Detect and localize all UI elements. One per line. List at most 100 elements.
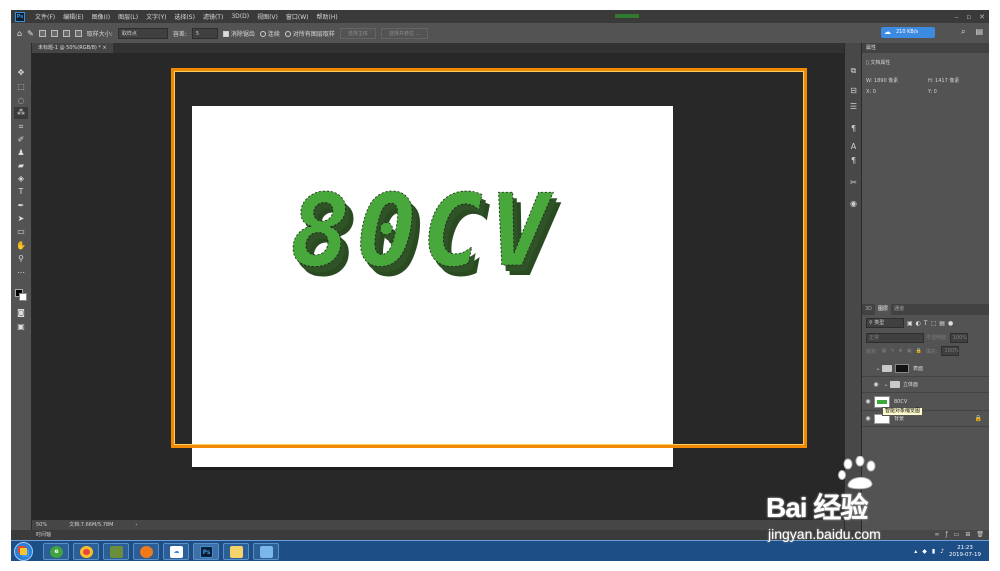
- filter-toggle-icon[interactable]: ●: [948, 320, 953, 327]
- menu-filter[interactable]: 滤镜(T): [199, 12, 227, 21]
- magic-wand-tool-icon[interactable]: ✎: [27, 29, 34, 38]
- zoom-level[interactable]: 50%: [36, 520, 47, 530]
- menu-window[interactable]: 窗口(W): [282, 12, 313, 21]
- menu-edit[interactable]: 编辑(E): [59, 12, 87, 21]
- chevron-down-icon[interactable]: ⌄: [874, 365, 882, 372]
- add-to-selection-icon[interactable]: [50, 29, 58, 37]
- clock[interactable]: 21:23 2019-07-19: [949, 545, 981, 559]
- properties-panel-header[interactable]: 属性: [862, 43, 989, 53]
- taskbar-explorer-icon[interactable]: e: [43, 543, 69, 560]
- home-icon[interactable]: ⌂: [17, 29, 22, 38]
- minimize-button[interactable]: –: [955, 13, 959, 21]
- lock-paint-icon[interactable]: ✎: [890, 348, 894, 354]
- tab-channels[interactable]: 通道: [891, 304, 907, 315]
- layer-kind-filter[interactable]: ⚲ 类型: [866, 318, 904, 328]
- magic-wand-tool-icon[interactable]: ⁂: [14, 107, 28, 119]
- new-layer-icon[interactable]: ⊞: [965, 530, 970, 540]
- libraries-icon[interactable]: ◉: [848, 198, 859, 209]
- taskbar-file-manager-icon[interactable]: [223, 543, 249, 560]
- adjustments-icon[interactable]: ☰: [848, 101, 859, 112]
- eraser-tool-icon[interactable]: ▰: [14, 160, 28, 172]
- width-value[interactable]: 1890 像素: [874, 78, 898, 84]
- type-tool-icon[interactable]: T: [14, 186, 28, 198]
- contiguous-option[interactable]: 连续: [259, 29, 280, 38]
- contiguous-checkbox[interactable]: [259, 31, 266, 37]
- zoom-tool-icon[interactable]: ⚲: [14, 253, 28, 265]
- new-selection-icon[interactable]: [38, 29, 46, 37]
- taskbar-minecraft-icon[interactable]: [103, 543, 129, 560]
- search-icon[interactable]: ⌕: [961, 27, 965, 37]
- fill-input[interactable]: 100%: [941, 346, 960, 356]
- opacity-input[interactable]: 100%: [949, 332, 968, 343]
- menu-file[interactable]: 文件(F): [31, 12, 59, 21]
- rectangle-tool-icon[interactable]: ▭: [14, 226, 28, 238]
- menu-view[interactable]: 视图(V): [253, 12, 282, 21]
- y-value[interactable]: 0: [934, 89, 937, 95]
- sample-all-option[interactable]: 对所有图层取样: [284, 29, 335, 38]
- eye-icon[interactable]: ◉: [862, 398, 874, 405]
- screen-mode-icon[interactable]: ▣: [14, 321, 28, 333]
- layer-name[interactable]: 背景: [894, 415, 904, 422]
- new-group-icon[interactable]: ▭: [954, 530, 960, 540]
- tab-3d[interactable]: 3D: [862, 304, 875, 315]
- trash-icon[interactable]: 🗑: [976, 530, 984, 540]
- menu-3d[interactable]: 3D(D): [227, 13, 253, 20]
- character-icon[interactable]: A: [848, 141, 859, 152]
- lock-pixels-icon[interactable]: ▦: [882, 348, 887, 354]
- tool-presets-icon[interactable]: ✂: [848, 177, 859, 188]
- tolerance-input[interactable]: 5: [191, 27, 218, 39]
- path-select-tool-icon[interactable]: ➤: [14, 213, 28, 225]
- more-tools-icon[interactable]: ⋯: [14, 267, 28, 279]
- background-color-swatch[interactable]: [19, 293, 27, 301]
- smart-object-thumbnail[interactable]: [874, 395, 890, 408]
- quick-mask-icon[interactable]: ◙: [14, 307, 28, 319]
- paragraph-icon[interactable]: ¶: [848, 123, 859, 134]
- select-subject-button[interactable]: 选择主体: [339, 27, 376, 39]
- lasso-tool-icon[interactable]: ◌: [14, 95, 28, 107]
- lock-artboard-icon[interactable]: ▣: [907, 348, 912, 354]
- close-window-button[interactable]: ✕: [979, 13, 985, 21]
- taskbar-baidu-netdisk-icon[interactable]: ☁: [163, 543, 189, 560]
- lock-all-icon[interactable]: 🔒: [916, 348, 922, 354]
- menu-image[interactable]: 图像(I): [88, 12, 114, 21]
- type-filter-icon[interactable]: T: [924, 320, 928, 327]
- chevron-down-icon[interactable]: ⌄: [882, 381, 890, 388]
- close-tab-icon[interactable]: ×: [103, 45, 107, 51]
- sample-all-checkbox[interactable]: [284, 31, 291, 37]
- tab-layers[interactable]: 图层: [875, 304, 892, 315]
- layer-row-surface-group[interactable]: ⌄ 表面: [862, 361, 989, 377]
- subtract-selection-icon[interactable]: [62, 29, 70, 37]
- hand-tool-icon[interactable]: ✋: [14, 240, 28, 252]
- anti-alias-option[interactable]: 消除锯齿: [222, 29, 255, 38]
- eye-icon[interactable]: ◉: [862, 415, 874, 422]
- taskbar-chrome-icon[interactable]: [73, 543, 99, 560]
- properties-icon[interactable]: ⊟: [848, 85, 859, 96]
- start-button[interactable]: [14, 542, 33, 561]
- crop-tool-icon[interactable]: ⌗: [14, 121, 28, 133]
- taskbar-firefox-icon[interactable]: [133, 543, 159, 560]
- taskbar-paint-icon[interactable]: [253, 543, 279, 560]
- move-tool-icon[interactable]: ✥: [14, 67, 28, 79]
- workspace-icon[interactable]: ▤: [975, 27, 983, 37]
- select-and-mask-button[interactable]: 选择并遮住 ...: [380, 27, 429, 39]
- pen-tool-icon[interactable]: ✒: [14, 200, 28, 212]
- adjustment-filter-icon[interactable]: ◐: [916, 320, 921, 327]
- pixel-filter-icon[interactable]: ▣: [907, 320, 913, 327]
- layer-row-3d-group[interactable]: ◉ ⌄ 立体面: [862, 377, 989, 393]
- restore-button[interactable]: ▫: [966, 13, 971, 21]
- lock-icon[interactable]: 🔒: [975, 415, 982, 422]
- brush-tool-icon[interactable]: ✐: [14, 134, 28, 146]
- marquee-tool-icon[interactable]: ⬚: [14, 81, 28, 93]
- height-value[interactable]: 1417 像素: [935, 78, 959, 84]
- anti-alias-checkbox[interactable]: [222, 31, 229, 37]
- taskbar-photoshop-icon[interactable]: Ps: [193, 543, 219, 560]
- eye-icon[interactable]: ◉: [870, 381, 882, 388]
- menu-layer[interactable]: 图层(L): [114, 12, 142, 21]
- document-tab[interactable]: 未标题-1 @ 50%(RGB/8) * ×: [32, 43, 113, 53]
- paint-bucket-tool-icon[interactable]: ◈: [14, 173, 28, 185]
- menu-type[interactable]: 文字(Y): [142, 12, 170, 21]
- menu-select[interactable]: 选择(S): [170, 12, 199, 21]
- intersect-selection-icon[interactable]: [74, 29, 82, 37]
- history-icon[interactable]: ⧉: [848, 65, 859, 76]
- layer-name[interactable]: 80CV: [894, 399, 907, 405]
